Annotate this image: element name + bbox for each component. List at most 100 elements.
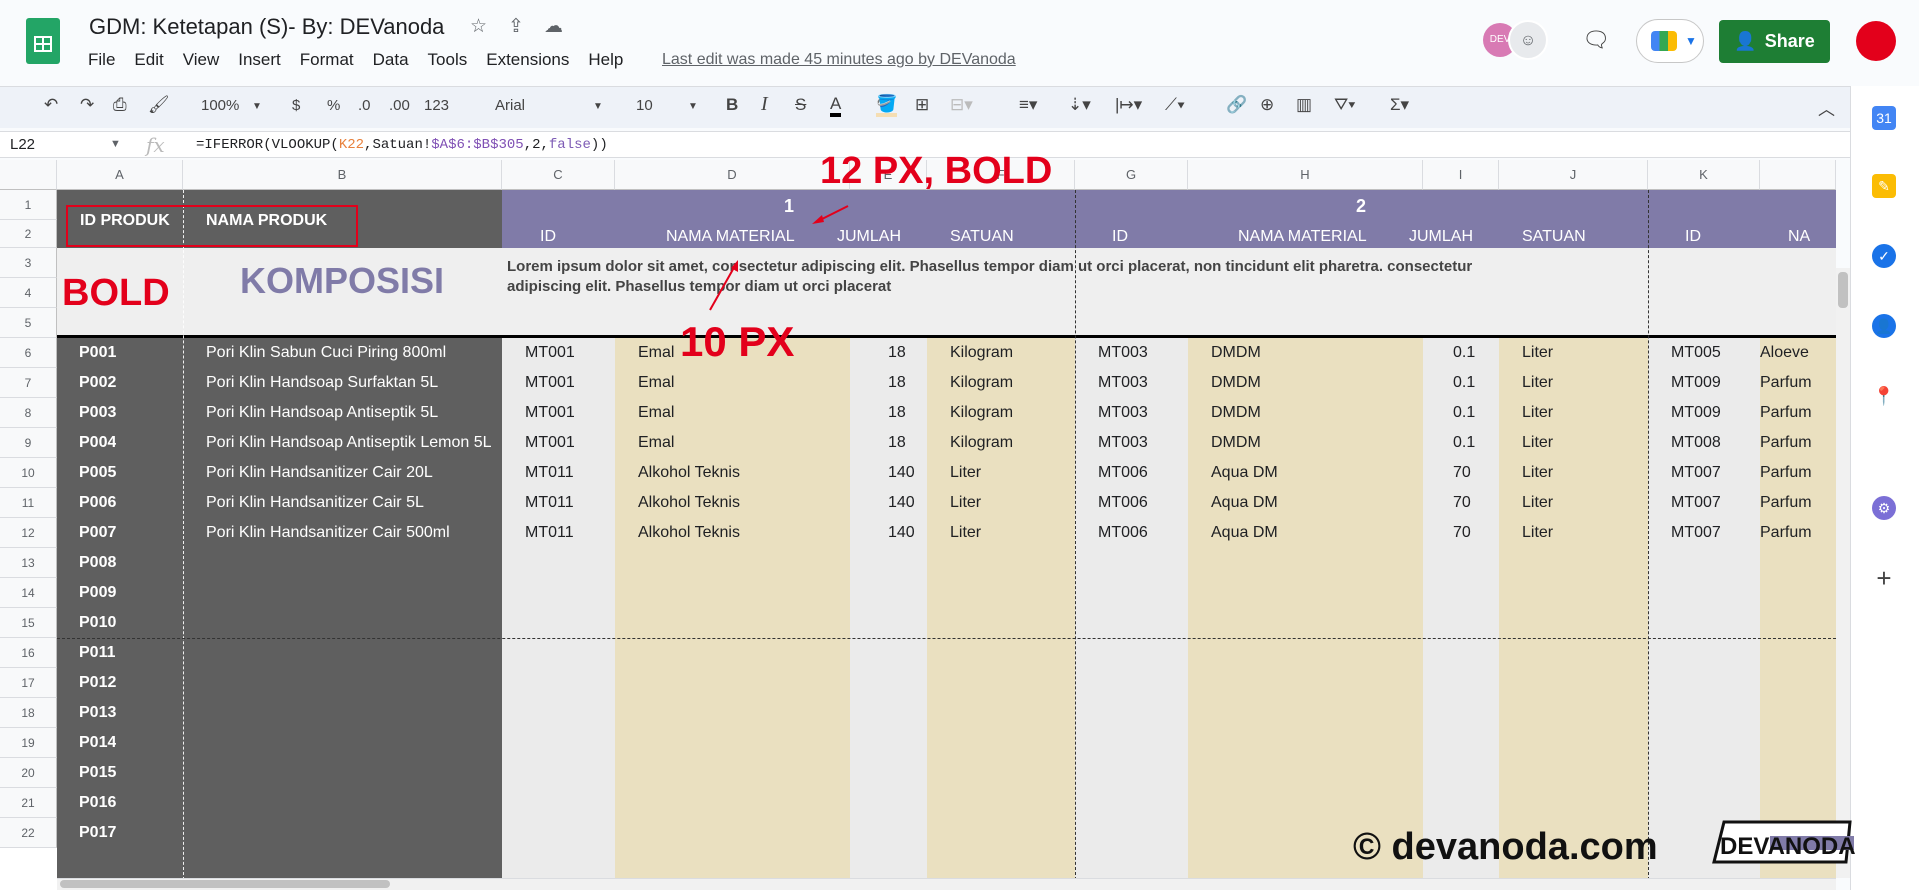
text-color-button[interactable]: A (830, 95, 842, 117)
cell-id[interactable]: P013 (79, 704, 116, 722)
cell-id[interactable]: P016 (79, 794, 116, 812)
cell-nama[interactable]: Pori Klin Handsoap Antiseptik Lemon 5L (206, 434, 492, 452)
cell-n1[interactable]: Emal (638, 404, 674, 422)
cell-m2[interactable]: MT003 (1098, 404, 1148, 422)
cell-m3[interactable]: MT009 (1671, 404, 1721, 422)
cell-j1[interactable]: 18 (888, 374, 906, 392)
cell-n2[interactable]: DMDM (1211, 374, 1261, 392)
cell-s2[interactable]: Liter (1522, 494, 1553, 512)
row-header-7[interactable]: 7 (0, 368, 57, 398)
cell-n3[interactable]: Parfum (1760, 494, 1812, 512)
font-select[interactable]: Arial (495, 97, 525, 114)
redo-icon[interactable]: ↷ (80, 95, 94, 115)
row-header-4[interactable]: 4 (0, 278, 57, 308)
row-header-3[interactable]: 3 (0, 248, 57, 278)
menu-file[interactable]: File (88, 50, 115, 70)
borders-icon[interactable]: ⊞ (915, 95, 929, 115)
print-icon[interactable]: ⎙ (113, 95, 127, 115)
cell-j1[interactable]: 140 (888, 464, 915, 482)
meet-button[interactable]: ▼ (1636, 19, 1704, 63)
cell-m2[interactable]: MT003 (1098, 434, 1148, 452)
row-header-10[interactable]: 10 (0, 458, 57, 488)
cell-n2[interactable]: DMDM (1211, 434, 1261, 452)
functions-button[interactable]: Σ▾ (1390, 95, 1409, 115)
cell-n2[interactable]: Aqua DM (1211, 464, 1278, 482)
cell-m1[interactable]: MT001 (525, 434, 575, 452)
cell-id[interactable]: P015 (79, 764, 116, 782)
cell-n3[interactable]: Parfum (1760, 374, 1812, 392)
cell-j1[interactable]: 140 (888, 524, 915, 542)
insert-link-icon[interactable]: 🔗 (1226, 95, 1247, 115)
paint-format-icon[interactable]: 🖌 (148, 95, 170, 115)
cell-n1[interactable]: Emal (638, 344, 674, 362)
row-header-16[interactable]: 16 (0, 638, 57, 668)
cell-m3[interactable]: MT005 (1671, 344, 1721, 362)
vertical-scrollbar[interactable] (1836, 268, 1850, 878)
cell-m1[interactable]: MT011 (525, 494, 574, 512)
document-title[interactable]: GDM: Ketetapan (S)- By: DEVanoda (89, 14, 444, 40)
cell-s1[interactable]: Kilogram (950, 374, 1013, 392)
cell-id[interactable]: P003 (79, 404, 116, 422)
tasks-icon[interactable]: ✓ (1872, 244, 1896, 268)
cell-m3[interactable]: MT007 (1671, 524, 1721, 542)
cell-m1[interactable]: MT011 (525, 464, 574, 482)
chevron-down-icon[interactable]: ▼ (110, 138, 121, 150)
cell-s2[interactable]: Liter (1522, 434, 1553, 452)
row-header-17[interactable]: 17 (0, 668, 57, 698)
cell-n3[interactable]: Parfum (1760, 434, 1812, 452)
row-header-1[interactable]: 1 (0, 190, 57, 220)
cell-nama[interactable]: Pori Klin Handsanitizer Cair 20L (206, 464, 433, 482)
anonymous-collaborator-icon[interactable]: ☺ (1508, 20, 1548, 60)
cell-id[interactable]: P014 (79, 734, 116, 752)
collapse-toolbar-icon[interactable]: ︿ (1818, 95, 1835, 120)
menu-data[interactable]: Data (373, 50, 409, 70)
insert-chart-icon[interactable]: ▥ (1296, 95, 1312, 115)
currency-format-button[interactable]: $ (292, 97, 300, 114)
cell-s1[interactable]: Kilogram (950, 434, 1013, 452)
cell-m1[interactable]: MT001 (525, 404, 575, 422)
cell-j1[interactable]: 140 (888, 494, 915, 512)
column-header-b[interactable]: B (183, 160, 502, 190)
increase-decimal-button[interactable]: .00 (389, 97, 410, 114)
row-header-14[interactable]: 14 (0, 578, 57, 608)
cell-n2[interactable]: DMDM (1211, 344, 1261, 362)
cell-id[interactable]: P008 (79, 554, 116, 572)
strikethrough-button[interactable]: S (795, 95, 806, 115)
menu-extensions[interactable]: Extensions (486, 50, 569, 70)
comment-history-icon[interactable]: 🗨 (1582, 27, 1610, 53)
cell-id[interactable]: P010 (79, 614, 116, 632)
cell-m1[interactable]: MT001 (525, 344, 575, 362)
row-header-9[interactable]: 9 (0, 428, 57, 458)
cell-n1[interactable]: Alkohol Teknis (638, 524, 740, 542)
cell-id[interactable]: P002 (79, 374, 116, 392)
maps-icon[interactable]: 📍 (1872, 384, 1896, 408)
column-header-overflow[interactable] (1760, 160, 1836, 190)
cell-j2[interactable]: 0.1 (1453, 434, 1475, 452)
row-header-20[interactable]: 20 (0, 758, 57, 788)
star-icon[interactable]: ☆ (470, 15, 487, 38)
cell-id[interactable]: P011 (79, 644, 115, 662)
decrease-decimal-button[interactable]: .0 (358, 97, 371, 114)
menu-view[interactable]: View (183, 50, 220, 70)
insert-comment-icon[interactable]: ⊕ (1260, 95, 1274, 115)
cell-id[interactable]: P004 (79, 434, 116, 452)
cell-m1[interactable]: MT011 (525, 524, 574, 542)
sheets-logo-icon[interactable] (26, 18, 60, 64)
cell-id[interactable]: P006 (79, 494, 116, 512)
row-header-22[interactable]: 22 (0, 818, 57, 848)
cell-j2[interactable]: 0.1 (1453, 344, 1475, 362)
cell-j1[interactable]: 18 (888, 404, 906, 422)
cell-j2[interactable]: 70 (1453, 524, 1471, 542)
user-avatar[interactable] (1856, 21, 1896, 61)
column-header-d[interactable]: D (615, 160, 850, 190)
cell-id[interactable]: P017 (79, 824, 116, 842)
calendar-icon[interactable]: 31 (1872, 106, 1896, 130)
horizontal-align-icon[interactable]: ≡▾ (1019, 95, 1037, 115)
cell-s1[interactable]: Kilogram (950, 344, 1013, 362)
share-button[interactable]: 👤 Share (1719, 20, 1830, 63)
cell-j1[interactable]: 18 (888, 344, 906, 362)
column-header-c[interactable]: C (502, 160, 615, 190)
column-header-g[interactable]: G (1075, 160, 1188, 190)
row-header-19[interactable]: 19 (0, 728, 57, 758)
cell-m2[interactable]: MT006 (1098, 464, 1148, 482)
